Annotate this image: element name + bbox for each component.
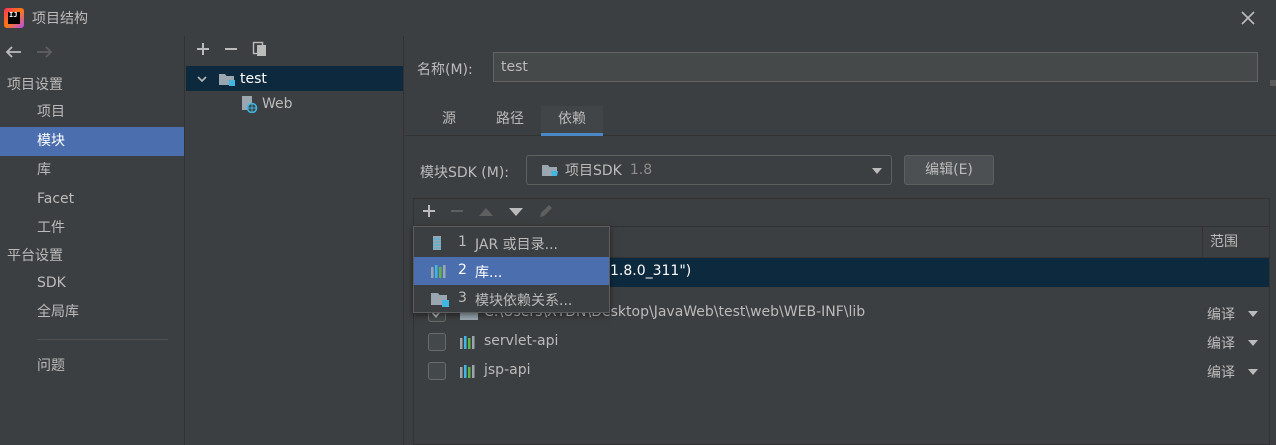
remove-module-button[interactable] (224, 42, 238, 60)
tree-node-web[interactable]: Web (186, 91, 403, 116)
add-module-button[interactable] (196, 42, 210, 60)
table-row[interactable]: jsp-api 编译 (414, 357, 1269, 386)
tree-node-test[interactable]: test (186, 66, 403, 91)
nav-item-libraries[interactable]: 库 (0, 156, 184, 185)
module-sdk-dropdown[interactable]: 项目SDK 1.8 (526, 155, 892, 185)
dependency-scope[interactable]: 编译 (1207, 304, 1235, 324)
module-tabs: 源 路径 依赖 (405, 106, 1276, 136)
jar-icon (433, 236, 441, 250)
add-dependency-popup: 1 JAR 或目录... 2 库... 3 模块依赖关系... (413, 226, 610, 313)
nav-item-artifacts[interactable]: 工件 (0, 214, 184, 243)
module-name-input[interactable] (493, 52, 1258, 82)
remove-dependency-button[interactable] (450, 204, 464, 222)
jdk-row-text: 1.8.0_311") (610, 263, 692, 279)
popup-item-number: 3 (458, 290, 467, 306)
close-button[interactable] (1236, 6, 1260, 30)
triangle-down-icon (509, 207, 523, 216)
tree-toolbar (186, 36, 403, 66)
tree-node-label: Web (262, 95, 293, 112)
dropdown-arrow-icon[interactable] (1247, 339, 1259, 347)
plus-icon (197, 43, 209, 55)
edit-sdk-button[interactable]: 编辑(E) (904, 155, 994, 185)
dependency-name: jsp-api (484, 362, 531, 378)
dependency-checkbox[interactable] (428, 333, 446, 351)
nav-item-project[interactable]: 项目 (0, 98, 184, 127)
nav-item-facets[interactable]: Facet (0, 185, 184, 214)
popup-item-label: 库... (475, 265, 503, 281)
nav-item-problems[interactable]: 问题 (0, 352, 184, 381)
sdk-folder-icon (542, 165, 558, 176)
popup-item-number: 2 (458, 262, 467, 278)
minus-icon (225, 48, 237, 50)
app-icon-text: IJ (9, 11, 18, 19)
minus-icon (451, 209, 463, 212)
popup-item-jar[interactable]: 1 JAR 或目录... (414, 229, 609, 257)
sdk-version: 1.8 (629, 162, 653, 178)
library-icon (460, 336, 475, 349)
popup-item-library[interactable]: 2 库... (414, 257, 609, 285)
back-button[interactable] (4, 45, 22, 63)
dependency-checkbox[interactable] (428, 362, 446, 380)
web-facet-icon (242, 95, 258, 113)
dependencies-toolbar (414, 199, 1269, 227)
chevron-down-icon[interactable] (196, 73, 208, 85)
add-dependency-button[interactable] (422, 204, 436, 222)
tree-node-label: test (240, 70, 267, 87)
triangle-up-icon (479, 207, 493, 216)
popup-item-module-dependency[interactable]: 3 模块依赖关系... (414, 285, 609, 313)
window-edge-marker (1270, 80, 1276, 86)
copy-module-button[interactable] (252, 41, 268, 61)
edit-dependency-button[interactable] (538, 203, 554, 223)
move-up-button[interactable] (478, 205, 494, 221)
move-down-button[interactable] (508, 205, 524, 221)
tab-paths[interactable]: 路径 (485, 106, 535, 136)
name-label: 名称(M): (417, 62, 473, 78)
dependency-name: servlet-api (484, 333, 559, 349)
dropdown-arrow-icon (872, 168, 882, 174)
nav-item-global-libraries[interactable]: 全局库 (0, 298, 184, 327)
arrow-right-icon (37, 46, 53, 58)
copy-icon (252, 41, 266, 56)
dropdown-arrow-icon[interactable] (1247, 368, 1259, 376)
nav-divider (37, 339, 168, 340)
nav-section-project-settings: 项目设置 (7, 77, 63, 93)
module-icon (431, 293, 449, 307)
library-icon (431, 265, 446, 278)
intellij-app-icon: IJ (4, 8, 24, 28)
popup-item-label: JAR 或目录... (475, 237, 558, 253)
scope-column-header[interactable]: 范围 (1202, 227, 1270, 258)
tab-sources[interactable]: 源 (427, 106, 471, 136)
nav-item-sdks[interactable]: SDK (0, 269, 184, 298)
library-icon (460, 365, 475, 378)
popup-item-number: 1 (458, 234, 467, 250)
history-navbar (0, 36, 184, 72)
title-bar: IJ 项目结构 (0, 0, 1276, 36)
popup-item-label: 模块依赖关系... (475, 293, 573, 309)
module-tree-panel: test Web (186, 36, 404, 445)
nav-section-platform-settings: 平台设置 (7, 248, 63, 264)
dropdown-arrow-icon[interactable] (1247, 310, 1259, 318)
nav-item-modules[interactable]: 模块 (0, 127, 184, 156)
sdk-value: 项目SDK (565, 163, 622, 179)
dependency-scope[interactable]: 编译 (1207, 362, 1235, 382)
dependency-scope[interactable]: 编译 (1207, 333, 1235, 353)
close-icon (1241, 11, 1255, 25)
settings-navigation: 项目设置 项目 模块 库 Facet 工件 平台设置 SDK 全局库 问题 (0, 36, 185, 445)
pencil-icon (540, 204, 552, 217)
arrow-left-icon (5, 46, 21, 58)
window-title: 项目结构 (32, 11, 88, 27)
table-row[interactable]: servlet-api 编译 (414, 328, 1269, 357)
forward-button[interactable] (36, 45, 54, 63)
module-sdk-label: 模块SDK (M): (420, 165, 510, 181)
tab-dependencies[interactable]: 依赖 (541, 106, 603, 136)
module-folder-icon (219, 73, 235, 86)
plus-icon (423, 204, 435, 217)
